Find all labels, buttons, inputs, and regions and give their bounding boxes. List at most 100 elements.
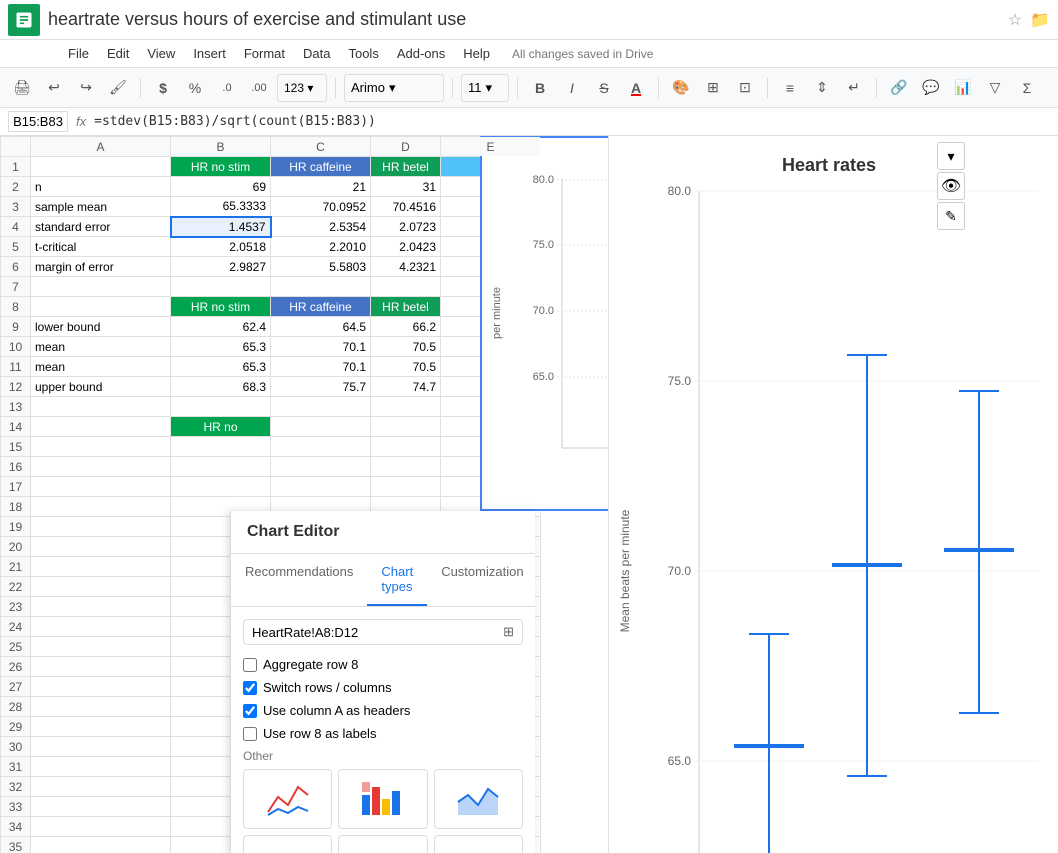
star-icon[interactable]: ☆ — [1008, 10, 1022, 30]
chart-type-line[interactable] — [243, 769, 332, 829]
strikethrough-button[interactable]: S — [590, 74, 618, 102]
font-dropdown[interactable]: Arimo ▾ — [344, 74, 444, 102]
filter-button[interactable]: ▽ — [981, 74, 1009, 102]
aggregate-checkbox[interactable] — [243, 658, 257, 672]
cell-b6[interactable]: 2.9827 — [171, 257, 271, 277]
chart-menu-button[interactable]: ▾ — [937, 142, 965, 170]
chart-type-scatter[interactable] — [338, 835, 427, 853]
cell-d10[interactable]: 70.5 — [371, 337, 441, 357]
chart-edit-button[interactable]: ✎ — [937, 202, 965, 230]
cell-b3[interactable]: 65.3333 — [171, 197, 271, 217]
cell-d9[interactable]: 66.2 — [371, 317, 441, 337]
cell-a1[interactable] — [31, 157, 171, 177]
cell-a9[interactable]: lower bound — [31, 317, 171, 337]
paint-format-button[interactable]: 🖌 — [104, 74, 132, 102]
cell-c12[interactable]: 75.7 — [271, 377, 371, 397]
cell-d4[interactable]: 2.0723 — [371, 217, 441, 237]
menu-help[interactable]: Help — [455, 43, 498, 64]
cell-c11[interactable]: 70.1 — [271, 357, 371, 377]
cell-b12[interactable]: 68.3 — [171, 377, 271, 397]
menu-format[interactable]: Format — [236, 43, 293, 64]
menu-edit[interactable]: Edit — [99, 43, 137, 64]
cell-a10[interactable]: mean — [31, 337, 171, 357]
cell-a5[interactable]: t-critical — [31, 237, 171, 257]
cell-d1[interactable]: HR betel — [371, 157, 441, 177]
comment-button[interactable]: 💬 — [917, 74, 945, 102]
cell-a3[interactable]: sample mean — [31, 197, 171, 217]
menu-data[interactable]: Data — [295, 43, 338, 64]
col-header-d[interactable]: D — [371, 137, 441, 157]
chart-button[interactable]: 📊 — [949, 74, 977, 102]
cell-a6[interactable]: margin of error — [31, 257, 171, 277]
text-color-button[interactable]: A — [622, 74, 650, 102]
chart-type-bubble[interactable] — [243, 835, 332, 853]
undo-button[interactable]: ↩ — [40, 74, 68, 102]
redo-button[interactable]: ↪ — [72, 74, 100, 102]
cell-d7[interactable] — [371, 277, 441, 297]
tab-customization[interactable]: Customization — [427, 554, 537, 606]
cell-b2[interactable]: 69 — [171, 177, 271, 197]
cell-c1[interactable]: HR caffeine — [271, 157, 371, 177]
valign-button[interactable]: ⇕ — [808, 74, 836, 102]
switch-checkbox[interactable] — [243, 681, 257, 695]
menu-tools[interactable]: Tools — [340, 43, 386, 64]
cell-c2[interactable]: 21 — [271, 177, 371, 197]
fill-color-button[interactable]: 🎨 — [667, 74, 695, 102]
cell-b11[interactable]: 65.3 — [171, 357, 271, 377]
col-headers-checkbox[interactable] — [243, 704, 257, 718]
cell-c6[interactable]: 5.5803 — [271, 257, 371, 277]
cell-a7[interactable] — [31, 277, 171, 297]
row-labels-checkbox[interactable] — [243, 727, 257, 741]
chart-type-bar[interactable] — [338, 769, 427, 829]
print-button[interactable]: 🖨 — [8, 74, 36, 102]
grid-icon[interactable]: ⊞ — [503, 624, 514, 640]
cell-b7[interactable] — [171, 277, 271, 297]
link-button[interactable]: 🔗 — [885, 74, 913, 102]
wrap-button[interactable]: ↵ — [840, 74, 868, 102]
percent-button[interactable]: % — [181, 74, 209, 102]
cell-c3[interactable]: 70.0952 — [271, 197, 371, 217]
cell-c5[interactable]: 2.2010 — [271, 237, 371, 257]
col-header-c[interactable]: C — [271, 137, 371, 157]
cell-d6[interactable]: 4.2321 — [371, 257, 441, 277]
chart-type-gauge[interactable] — [434, 835, 523, 853]
cell-c9[interactable]: 64.5 — [271, 317, 371, 337]
tab-chart-types[interactable]: Chart types — [367, 554, 427, 606]
cell-a2[interactable]: n — [31, 177, 171, 197]
chart-eye-button[interactable]: 👁 — [937, 172, 965, 200]
cell-b14[interactable]: HR no — [171, 417, 271, 437]
functions-button[interactable]: Σ — [1013, 74, 1041, 102]
tab-recommendations[interactable]: Recommendations — [231, 554, 367, 606]
chart-type-area[interactable] — [434, 769, 523, 829]
cell-b4[interactable]: 1.4537 — [171, 217, 271, 237]
cell-b10[interactable]: 65.3 — [171, 337, 271, 357]
italic-button[interactable]: I — [558, 74, 586, 102]
format-dropdown[interactable]: 123 ▾ — [277, 74, 327, 102]
cell-d8[interactable]: HR betel — [371, 297, 441, 317]
cell-b9[interactable]: 62.4 — [171, 317, 271, 337]
cell-d12[interactable]: 74.7 — [371, 377, 441, 397]
cell-c10[interactable]: 70.1 — [271, 337, 371, 357]
cell-d5[interactable]: 2.0423 — [371, 237, 441, 257]
cell-d3[interactable]: 70.4516 — [371, 197, 441, 217]
menu-insert[interactable]: Insert — [185, 43, 234, 64]
cell-a12[interactable]: upper bound — [31, 377, 171, 397]
borders-button[interactable]: ⊞ — [699, 74, 727, 102]
folder-icon[interactable]: 📁 — [1030, 10, 1050, 30]
col-header-e[interactable]: E — [441, 137, 541, 157]
cell-reference[interactable] — [8, 111, 68, 132]
col-header-b[interactable]: B — [171, 137, 271, 157]
decimal-inc-button[interactable]: .00 — [245, 74, 273, 102]
cell-b8[interactable]: HR no stim — [171, 297, 271, 317]
size-dropdown[interactable]: 11 ▾ — [461, 74, 509, 102]
decimal-dec-button[interactable]: .0 — [213, 74, 241, 102]
merge-button[interactable]: ⊡ — [731, 74, 759, 102]
menu-file[interactable]: File — [60, 43, 97, 64]
cell-d11[interactable]: 70.5 — [371, 357, 441, 377]
cell-d2[interactable]: 31 — [371, 177, 441, 197]
bold-button[interactable]: B — [526, 74, 554, 102]
currency-button[interactable]: $ — [149, 74, 177, 102]
cell-a11[interactable]: mean — [31, 357, 171, 377]
menu-view[interactable]: View — [139, 43, 183, 64]
cell-c8[interactable]: HR caffeine — [271, 297, 371, 317]
